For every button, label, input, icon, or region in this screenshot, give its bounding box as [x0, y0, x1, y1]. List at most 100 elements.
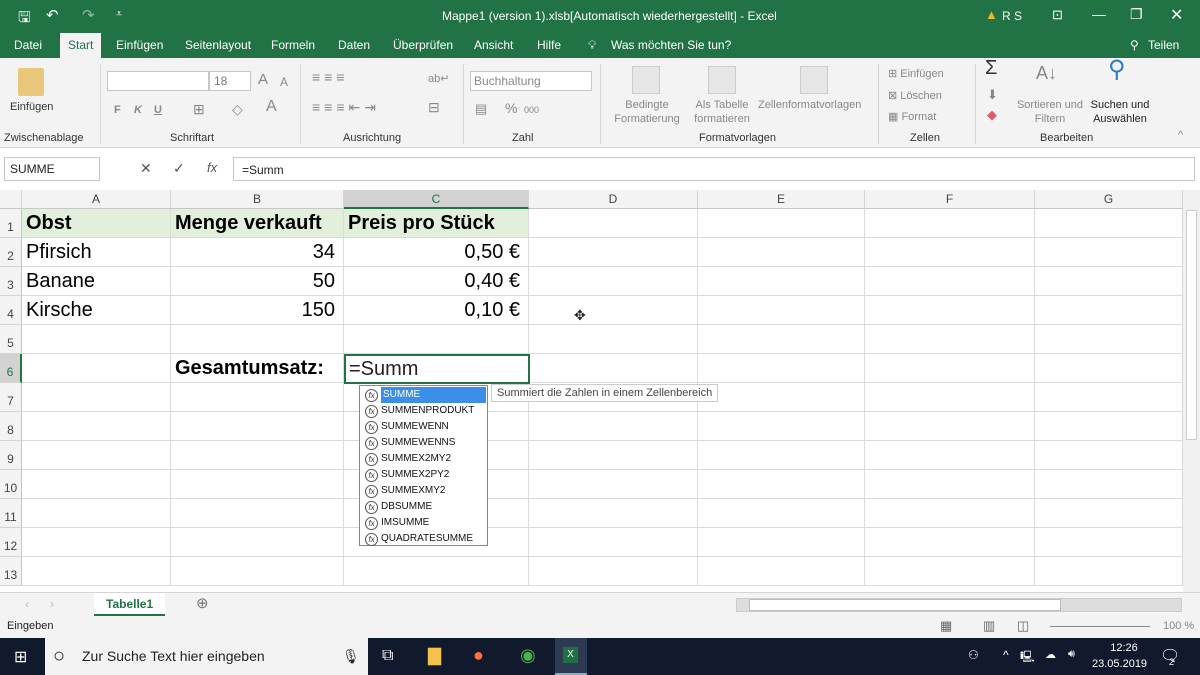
prev-sheet-icon[interactable]: ‹ — [25, 597, 29, 611]
fill-icon[interactable]: ⬇ — [987, 88, 998, 102]
row-header-1[interactable]: 1 — [0, 209, 22, 238]
cell-b9[interactable] — [171, 441, 344, 470]
row-header-5[interactable]: 5 — [0, 325, 22, 354]
autocomplete-item[interactable]: fx SUMMENPRODUKT — [361, 403, 486, 419]
tell-me-input[interactable]: Was möchten Sie tun? — [611, 38, 731, 52]
row-header-8[interactable]: 8 — [0, 412, 22, 441]
customize-qat-icon[interactable]: ⩡ — [116, 8, 122, 21]
cell-e8[interactable] — [698, 412, 865, 441]
autocomplete-item[interactable]: fx QUADRATESUMME — [361, 531, 486, 547]
number-format-select[interactable]: Buchhaltung — [470, 71, 592, 91]
horizontal-scrollbar[interactable] — [736, 598, 1182, 612]
cell-styles-button[interactable]: Zellenformatvorlagen — [758, 98, 861, 112]
share-button[interactable]: Teilen — [1148, 38, 1179, 52]
cell-e2[interactable] — [698, 238, 865, 267]
column-header-e[interactable]: E — [698, 190, 865, 209]
microphone-icon[interactable]: 🎙︎ — [342, 638, 360, 675]
onedrive-icon[interactable]: ☁︎ — [1045, 648, 1056, 661]
cell-styles-icon[interactable] — [800, 66, 828, 94]
cell-a13[interactable] — [22, 557, 171, 586]
cell-b6[interactable]: Gesamtumsatz: — [171, 354, 344, 383]
cell-g5[interactable] — [1035, 325, 1183, 354]
cell-d3[interactable] — [529, 267, 698, 296]
clock-time[interactable]: 12:26 — [1103, 642, 1145, 654]
scrollbar-thumb[interactable] — [749, 599, 1061, 611]
column-header-c[interactable]: C — [344, 190, 529, 209]
select-all-corner[interactable] — [0, 190, 22, 209]
cell-e13[interactable] — [698, 557, 865, 586]
cell-e7[interactable] — [698, 383, 865, 412]
column-header-a[interactable]: A — [22, 190, 171, 209]
enter-icon[interactable]: ✓ — [173, 160, 185, 177]
find-icon[interactable]: ⚲ — [1108, 58, 1126, 82]
column-header-f[interactable]: F — [865, 190, 1035, 209]
column-header-d[interactable]: D — [529, 190, 698, 209]
cell-d1[interactable] — [529, 209, 698, 238]
ribbon-display-icon[interactable]: ⊡ — [1052, 7, 1063, 23]
sort-filter-icon[interactable]: A↓ — [1036, 64, 1057, 82]
cell-a9[interactable] — [22, 441, 171, 470]
cell-c4[interactable]: 0,10 € — [344, 296, 529, 325]
cell-d2[interactable] — [529, 238, 698, 267]
cell-e3[interactable] — [698, 267, 865, 296]
cell-f3[interactable] — [865, 267, 1035, 296]
cell-g6[interactable] — [1035, 354, 1183, 383]
cell-d4[interactable] — [529, 296, 698, 325]
row-header-13[interactable]: 13 — [0, 557, 22, 586]
cell-b7[interactable] — [171, 383, 344, 412]
row-header-4[interactable]: 4 — [0, 296, 22, 325]
cell-f13[interactable] — [865, 557, 1035, 586]
tab-einfuegen[interactable]: Einfügen — [116, 38, 163, 52]
insert-function-icon[interactable]: fx — [207, 160, 217, 175]
wrap-text-icon[interactable]: ab↵ — [428, 72, 449, 86]
scrollbar-thumb[interactable] — [1186, 210, 1197, 440]
excel-taskbar-button[interactable]: X — [555, 638, 587, 675]
close-icon[interactable]: ✕ — [1170, 5, 1183, 25]
warning-icon[interactable]: ▲ — [985, 7, 998, 22]
cell-d8[interactable] — [529, 412, 698, 441]
cell-g13[interactable] — [1035, 557, 1183, 586]
undo-icon[interactable]: ↶ — [46, 6, 59, 24]
cell-g1[interactable] — [1035, 209, 1183, 238]
bold-button[interactable]: F — [114, 103, 121, 117]
font-color-button[interactable]: A — [266, 99, 277, 115]
tab-hilfe[interactable]: Hilfe — [537, 38, 561, 52]
cell-f10[interactable] — [865, 470, 1035, 499]
cell-e4[interactable] — [698, 296, 865, 325]
autocomplete-item[interactable]: fx SUMMEXMY2 — [361, 483, 486, 499]
tab-datei[interactable]: Datei — [14, 38, 42, 52]
cell-d5[interactable] — [529, 325, 698, 354]
collapse-ribbon-icon[interactable]: ^ — [1178, 128, 1183, 142]
row-header-7[interactable]: 7 — [0, 383, 22, 412]
show-hidden-icons[interactable]: ^ — [1003, 648, 1009, 662]
cell-b10[interactable] — [171, 470, 344, 499]
cell-g10[interactable] — [1035, 470, 1183, 499]
autocomplete-item[interactable]: fx IMSUMME — [361, 515, 486, 531]
format-as-table-button[interactable]: Als Tabelle formatieren — [688, 98, 756, 126]
volume-icon[interactable]: 🔊︎ — [1068, 648, 1075, 661]
cell-g3[interactable] — [1035, 267, 1183, 296]
column-header-g[interactable]: G — [1035, 190, 1183, 209]
cell-f7[interactable] — [865, 383, 1035, 412]
zoom-slider[interactable] — [1050, 626, 1150, 627]
borders-icon[interactable]: ⊞ — [193, 102, 205, 116]
autocomplete-item[interactable]: fx DBSUMME — [361, 499, 486, 515]
paste-icon[interactable] — [18, 68, 44, 96]
cell-g9[interactable] — [1035, 441, 1183, 470]
cell-c5[interactable] — [344, 325, 529, 354]
tab-daten[interactable]: Daten — [338, 38, 370, 52]
paste-button[interactable]: Einfügen — [10, 100, 53, 114]
grow-font-icon[interactable]: A — [258, 72, 268, 87]
active-cell-editor[interactable]: =Summ — [344, 354, 530, 384]
chrome-icon[interactable]: ◉ — [520, 645, 536, 666]
add-sheet-icon[interactable]: ⊕ — [196, 594, 209, 612]
cell-b8[interactable] — [171, 412, 344, 441]
autosum-icon[interactable]: Σ — [985, 58, 997, 78]
cell-d13[interactable] — [529, 557, 698, 586]
cell-d9[interactable] — [529, 441, 698, 470]
cell-d10[interactable] — [529, 470, 698, 499]
cell-b5[interactable] — [171, 325, 344, 354]
cell-f11[interactable] — [865, 499, 1035, 528]
cell-a3[interactable]: Banane — [22, 267, 171, 296]
firefox-icon[interactable]: ● — [473, 645, 484, 666]
